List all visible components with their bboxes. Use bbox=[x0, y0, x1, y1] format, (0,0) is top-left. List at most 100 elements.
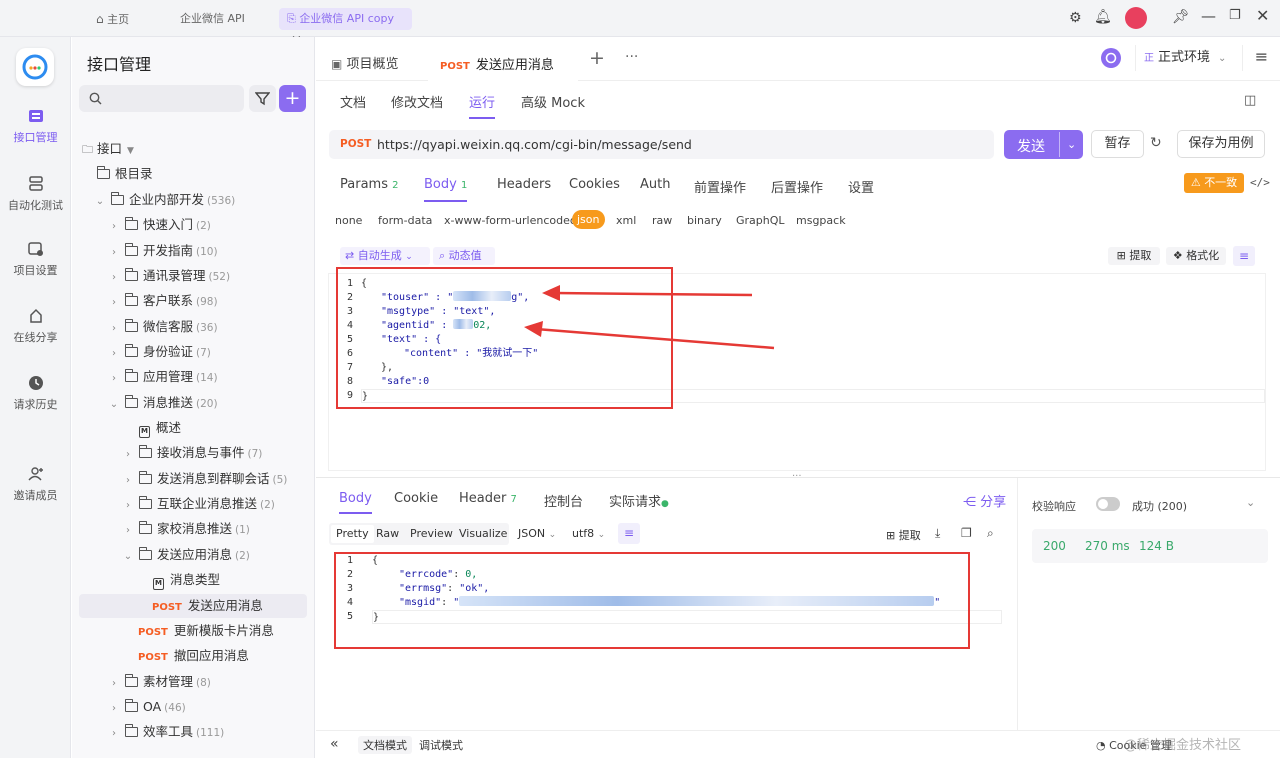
save-draft-button[interactable]: 暂存 bbox=[1091, 130, 1144, 158]
refresh-icon[interactable]: ↻ bbox=[1150, 135, 1162, 151]
view-raw[interactable]: Raw bbox=[376, 525, 399, 543]
chevron-down-icon[interactable]: ⌄ bbox=[1059, 132, 1076, 157]
tree-item[interactable]: › 客户联系 (98) bbox=[72, 289, 314, 313]
subtab-advanced-mock[interactable]: 高级 Mock bbox=[521, 92, 585, 111]
minimize-icon[interactable]: — bbox=[1201, 7, 1216, 25]
req-tab-params[interactable]: Params 2 bbox=[340, 177, 399, 192]
url-bar[interactable]: POST https://qyapi.weixin.qq.com/cgi-bin… bbox=[329, 130, 994, 159]
tab-project-overview[interactable]: ▣ 项目概览 bbox=[331, 53, 399, 72]
body-type-none[interactable]: none bbox=[335, 214, 362, 227]
validate-toggle[interactable] bbox=[1096, 497, 1120, 511]
copy-icon[interactable]: ❐ bbox=[961, 526, 972, 540]
tree-item[interactable]: ⌄ 发送应用消息 (2) bbox=[72, 543, 314, 567]
restore-icon[interactable]: ❐ bbox=[1229, 8, 1241, 23]
wrap-icon[interactable]: ≡ bbox=[618, 523, 640, 544]
resp-tab-console[interactable]: 控制台 bbox=[544, 491, 583, 510]
body-type-form-data[interactable]: form-data bbox=[378, 214, 432, 227]
download-icon[interactable]: ⤓ bbox=[935, 526, 940, 541]
home-tab[interactable]: ⌂ 主页 bbox=[88, 8, 137, 30]
resp-tab-body[interactable]: Body bbox=[339, 491, 372, 514]
project-tab-2[interactable]: ⎘ 企业微信 API copy × bbox=[279, 8, 412, 48]
chevron-down-icon[interactable]: ⌄ bbox=[1246, 496, 1255, 509]
drag-handle-icon[interactable]: ··· bbox=[792, 471, 802, 482]
subtab-run[interactable]: 运行 bbox=[469, 92, 496, 119]
send-button[interactable]: 发送 ⌄ bbox=[1004, 130, 1083, 159]
req-tab-body[interactable]: Body 1 bbox=[424, 177, 468, 202]
view-visualize[interactable]: Visualize bbox=[459, 525, 507, 543]
tree-item[interactable]: M 概述 bbox=[72, 416, 314, 440]
tree-item[interactable]: › 互联企业消息推送 (2) bbox=[72, 492, 314, 516]
tree-item-selected[interactable]: POST 发送应用消息 bbox=[79, 594, 307, 618]
environment-select[interactable]: 正正式环境 ⌄ bbox=[1135, 45, 1237, 71]
avatar[interactable] bbox=[1125, 7, 1147, 29]
tab-send-app-message[interactable]: POST 发送应用消息 bbox=[428, 45, 578, 81]
method-select[interactable]: POST bbox=[340, 138, 371, 150]
tree-item[interactable]: › 通讯录管理 (52) bbox=[72, 264, 314, 288]
body-type-graphql[interactable]: GraphQL bbox=[736, 214, 785, 227]
resp-extract-button[interactable]: ⊞ 提取 bbox=[886, 527, 921, 543]
body-type-json[interactable]: json bbox=[572, 210, 605, 229]
tree-item[interactable]: POST 更新模版卡片消息 bbox=[72, 619, 314, 643]
subtab-docs[interactable]: 文档 bbox=[340, 92, 366, 111]
share-button[interactable]: ⋲ 分享 bbox=[963, 491, 1006, 510]
more-tabs-button[interactable]: ··· bbox=[625, 49, 638, 65]
body-type-urlencoded[interactable]: x-www-form-urlencoded bbox=[444, 214, 577, 227]
inconsistent-badge[interactable]: ⚠︎ 不一致 bbox=[1184, 173, 1244, 193]
add-api-button[interactable]: + bbox=[279, 85, 306, 112]
tree-item[interactable]: › 身份验证 (7) bbox=[72, 340, 314, 364]
req-tab-cookies[interactable]: Cookies bbox=[569, 177, 620, 192]
search-icon[interactable]: ⌕ bbox=[987, 526, 994, 541]
rail-project-settings[interactable]: 项目设置 bbox=[0, 240, 71, 278]
extract-button[interactable]: ⊞ 提取 bbox=[1108, 247, 1160, 265]
req-tab-pre[interactable]: 前置操作 bbox=[694, 177, 746, 196]
collapse-icon[interactable]: « bbox=[330, 736, 339, 752]
rail-invite-members[interactable]: 邀请成员 bbox=[0, 465, 71, 503]
req-tab-headers[interactable]: Headers bbox=[497, 177, 551, 192]
tree-item[interactable]: › 素材管理 (8) bbox=[72, 670, 314, 694]
language-select[interactable]: JSON ⌄ bbox=[518, 527, 556, 540]
format-button[interactable]: ❖ 格式化 bbox=[1166, 247, 1226, 265]
resp-tab-header[interactable]: Header 7 bbox=[459, 491, 517, 506]
url-input[interactable]: https://qyapi.weixin.qq.com/cgi-bin/mess… bbox=[377, 137, 692, 152]
rail-request-history[interactable]: 请求历史 bbox=[0, 374, 71, 412]
auto-generate-button[interactable]: ⇄ 自动生成 ⌄ bbox=[340, 247, 430, 265]
body-type-raw[interactable]: raw bbox=[652, 214, 672, 227]
rail-online-share[interactable]: 在线分享 bbox=[0, 307, 71, 345]
doc-mode-button[interactable]: 文档模式 bbox=[358, 736, 412, 754]
rail-api-management[interactable]: 接口管理 bbox=[0, 107, 71, 145]
body-type-xml[interactable]: xml bbox=[616, 214, 636, 227]
req-tab-settings[interactable]: 设置 bbox=[848, 177, 874, 196]
req-tab-post[interactable]: 后置操作 bbox=[771, 177, 823, 196]
window-close-icon[interactable]: ✕ bbox=[1256, 6, 1269, 25]
search-input[interactable] bbox=[79, 85, 244, 112]
code-icon[interactable]: </> bbox=[1250, 176, 1270, 189]
tree-item[interactable]: ⌄ 消息推送 (20) bbox=[72, 391, 314, 415]
tree-item[interactable]: M 消息类型 bbox=[72, 568, 314, 592]
subtab-edit-doc[interactable]: 修改文档 bbox=[391, 92, 443, 111]
sync-icon[interactable] bbox=[1101, 48, 1121, 68]
tree-item[interactable]: › 开发指南 (10) bbox=[72, 239, 314, 263]
resp-tab-actual-request[interactable]: 实际请求● bbox=[609, 491, 669, 510]
tree-item[interactable]: ⌄ 企业内部开发 (536) bbox=[72, 188, 314, 212]
tree-item[interactable]: › 接收消息与事件 (7) bbox=[72, 441, 314, 465]
body-type-binary[interactable]: binary bbox=[687, 214, 722, 227]
tree-item[interactable]: › 发送消息到群聊会话 (5) bbox=[72, 467, 314, 491]
filter-button[interactable] bbox=[249, 85, 276, 112]
tree-item[interactable]: › OA (46) bbox=[72, 695, 314, 719]
tree-item[interactable]: › 应用管理 (14) bbox=[72, 365, 314, 389]
menu-icon[interactable]: ≡ bbox=[1242, 45, 1280, 71]
pin-icon[interactable]: 📌︎ bbox=[1172, 9, 1190, 25]
resp-tab-cookie[interactable]: Cookie bbox=[394, 491, 438, 506]
tree-interface-group[interactable]: 🗀︎ 接口 ▼ bbox=[72, 137, 314, 161]
tree-item[interactable]: › 家校消息推送 (1) bbox=[72, 517, 314, 541]
bell-icon[interactable]: 🔔︎ bbox=[1094, 9, 1112, 25]
encoding-select[interactable]: utf8 ⌄ bbox=[572, 527, 605, 540]
view-preview[interactable]: Preview bbox=[410, 525, 453, 543]
wrap-icon[interactable]: ≡ bbox=[1233, 246, 1255, 266]
tree-root[interactable]: 根目录 bbox=[72, 162, 314, 186]
project-tab-1[interactable]: 企业微信 API bbox=[172, 8, 253, 30]
tree-item[interactable]: › 快速入门 (2) bbox=[72, 213, 314, 237]
rail-automation[interactable]: 自动化测试 bbox=[0, 175, 71, 213]
save-as-case-button[interactable]: 保存为用例 bbox=[1177, 130, 1265, 158]
tree-item[interactable]: › 微信客服 (36) bbox=[72, 315, 314, 339]
